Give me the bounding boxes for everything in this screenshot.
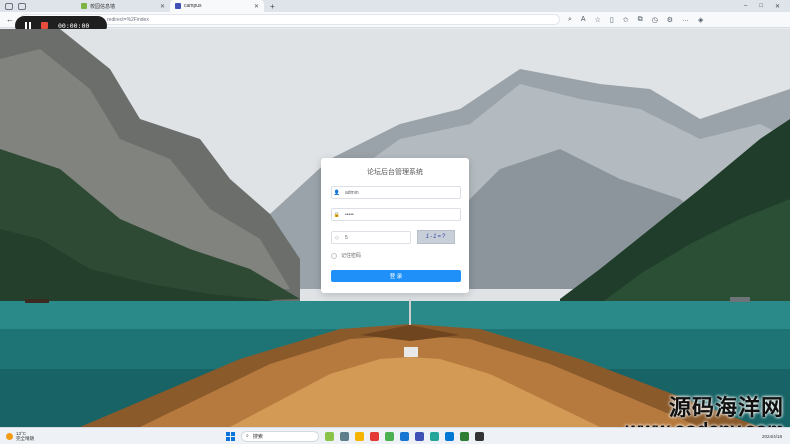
shield-icon: ◇ (335, 234, 339, 241)
url-text: redirect=%2Findex (107, 16, 149, 23)
watermark-title: 源码海洋网 (668, 395, 784, 420)
password-input[interactable]: 🔒 ••••• (331, 208, 461, 221)
stop-icon[interactable] (41, 22, 48, 29)
tab-label: 校园信息墙 (90, 3, 116, 10)
extensions-icon[interactable]: ⚙ (667, 16, 673, 24)
pause-icon[interactable] (25, 22, 31, 29)
captcha-input[interactable]: ◇ 5 (331, 231, 411, 244)
address-bar-row: ← redirect=%2Findex ⌕ A ☆ ▯ ✩ ⧉ ◷ ⚙ … ◈ (0, 12, 790, 28)
widgets-app-icon[interactable] (325, 431, 334, 441)
login-title: 论坛后台管理系统 (367, 169, 423, 176)
tab-campus[interactable]: campus ✕ (170, 0, 264, 12)
user-icon: 👤 (333, 189, 341, 196)
app-icon[interactable] (430, 431, 439, 441)
workspaces-icon[interactable] (18, 2, 26, 10)
captcha-text: 1-1=? (425, 234, 447, 240)
captcha-value: 5 (345, 234, 348, 241)
remember-label: 记住密码 (341, 253, 362, 259)
lock-icon: 🔒 (333, 211, 341, 218)
store-app-icon[interactable] (370, 431, 379, 441)
app-icon[interactable] (415, 431, 424, 441)
login-button[interactable]: 登 录 (331, 270, 461, 282)
favorites-icon[interactable]: ✩ (623, 16, 629, 24)
close-window-button[interactable]: ✕ (775, 3, 780, 10)
search-icon: ⌕ (246, 433, 249, 439)
favorite-star-icon[interactable]: ☆ (595, 16, 601, 24)
weather-widget[interactable]: 13°C 完全晴朗 (6, 431, 34, 441)
zoom-icon[interactable]: ⌕ (568, 16, 572, 24)
vscode-app-icon[interactable] (445, 431, 454, 441)
tray-date: 2024/4/18 (761, 433, 782, 439)
search-label: 搜索 (252, 433, 263, 440)
terminal-app-icon[interactable] (475, 431, 484, 441)
close-tab-icon[interactable]: ✕ (254, 3, 259, 10)
taskbar-apps (325, 431, 484, 441)
maximize-button[interactable]: □ (759, 3, 763, 10)
username-value: admin (345, 189, 359, 196)
favicon-icon (81, 3, 87, 9)
taskbar-search[interactable]: ⌕ 搜索 (241, 430, 319, 442)
username-input[interactable]: 👤 admin (331, 186, 461, 199)
browser-tab-bar: 校园信息墙 ✕ campus ✕ + – □ ✕ (0, 0, 790, 12)
file-explorer-icon[interactable] (355, 431, 364, 441)
weather-desc: 完全晴朗 (16, 436, 34, 441)
windows-start-icon[interactable] (226, 431, 235, 441)
copilot-icon[interactable]: ◈ (698, 16, 703, 24)
system-tray[interactable]: 2024/4/18 (762, 434, 782, 439)
task-view-icon[interactable] (340, 431, 349, 441)
windows-taskbar: 13°C 完全晴朗 ⌕ 搜索 2024/4/18 (0, 427, 790, 444)
more-icon[interactable]: … (682, 16, 689, 24)
sun-icon (6, 432, 13, 440)
collections-icon[interactable]: ⧉ (638, 16, 643, 24)
remember-password-checkbox[interactable]: 记住密码 (331, 252, 361, 259)
browser-toolbar: ⌕ A ☆ ▯ ✩ ⧉ ◷ ⚙ … ◈ (568, 16, 703, 24)
password-value: ••••• (345, 211, 354, 218)
app-icon[interactable] (460, 431, 469, 441)
window-controls: – □ ✕ (744, 3, 790, 10)
tab-label: campus (184, 3, 202, 9)
captcha-image[interactable]: 1-1=? (417, 230, 455, 244)
new-tab-icon[interactable]: + (270, 2, 275, 11)
login-page: 论坛后台管理系统 👤 admin 🔒 ••••• ◇ 5 1-1=? 记住密码 … (0, 29, 790, 427)
close-tab-icon[interactable]: ✕ (160, 3, 165, 10)
profile-icon[interactable] (5, 2, 13, 10)
minimize-button[interactable]: – (744, 3, 747, 10)
tab-campus-wall[interactable]: 校园信息墙 ✕ (76, 0, 170, 12)
history-icon[interactable]: ◷ (652, 16, 658, 24)
edge-app-icon[interactable] (400, 431, 409, 441)
favicon-icon (175, 3, 181, 9)
split-screen-icon[interactable]: ▯ (610, 16, 614, 24)
chrome-app-icon[interactable] (385, 431, 394, 441)
radio-circle-icon (331, 252, 337, 259)
login-card: 论坛后台管理系统 👤 admin 🔒 ••••• ◇ 5 1-1=? 记住密码 … (321, 158, 469, 293)
read-aloud-icon[interactable]: A (581, 16, 586, 24)
